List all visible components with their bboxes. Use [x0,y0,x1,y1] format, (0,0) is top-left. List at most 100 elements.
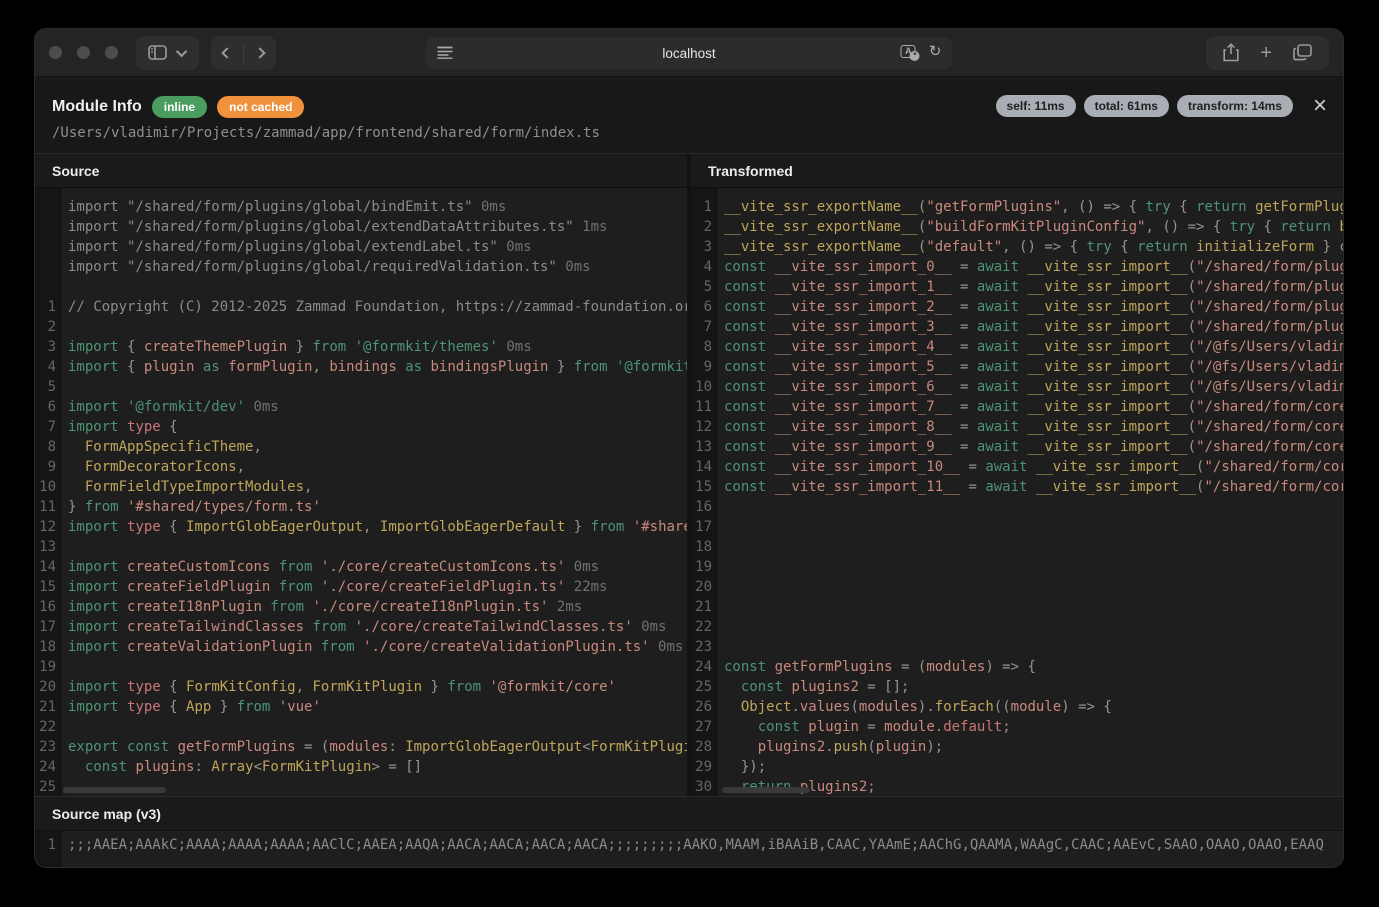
code-line: 15import createFieldPlugin from './core/… [35,577,687,597]
line-number: 21 [691,597,718,617]
close-button[interactable]: × [1313,96,1327,116]
window-zoom-button[interactable] [105,46,118,59]
line-number: 12 [691,417,718,437]
line-number: 30 [691,777,718,796]
forward-button[interactable] [254,47,265,58]
line-number: 10 [691,377,718,397]
line-number: 6 [35,397,62,417]
toolbar-right-buttons: + [1206,36,1329,70]
code-line: 27 const plugin = module.default; [691,717,1343,737]
self-time-badge: self: 11ms [996,95,1076,117]
code-line: import "/shared/form/plugins/global/requ… [35,257,687,277]
reload-button[interactable]: ↻ [929,44,942,59]
code-line: 5const __vite_ssr_import_1__ = await __v… [691,277,1343,297]
translate-icon[interactable]: A * [901,45,916,58]
line-number: 2 [691,217,718,237]
code-line: import "/shared/form/plugins/global/exte… [35,237,687,257]
code-line: 8const __vite_ssr_import_4__ = await __v… [691,337,1343,357]
line-number: 27 [691,717,718,737]
source-horizontal-scrollbar[interactable] [63,787,166,793]
address-bar[interactable]: localhost A * ↻ [426,37,953,69]
sidebar-icon [148,45,167,60]
code-line: 17import createTailwindClasses from './c… [35,617,687,637]
code-line: 21 [691,597,1343,617]
line-number: 16 [35,597,62,617]
line-number: 13 [35,537,62,557]
code-line: 24const getFormPlugins = (modules) => { [691,657,1343,677]
nav-divider [243,43,244,63]
code-line: 1// Copyright (C) 2012-2025 Zammad Found… [35,297,687,317]
line-number: 13 [691,437,718,457]
window-close-button[interactable] [49,46,62,59]
line-number: 25 [691,677,718,697]
code-line: 23 [691,637,1343,657]
code-line: 10const __vite_ssr_import_6__ = await __… [691,377,1343,397]
not-cached-badge: not cached [217,96,304,118]
line-number: 4 [691,257,718,277]
line-number [35,197,62,217]
code-line: 7import type { [35,417,687,437]
code-line: 25 const plugins2 = []; [691,677,1343,697]
reader-icon[interactable] [437,45,454,60]
line-number: 12 [35,517,62,537]
line-number: 2 [35,317,62,337]
code-line: 19 [35,657,687,677]
line-number: 1 [691,197,718,217]
code-line: 3import { createThemePlugin } from '@for… [35,337,687,357]
code-line: 1__vite_ssr_exportName__("getFormPlugins… [691,197,1343,217]
transform-time-badge: transform: 14ms [1177,95,1293,117]
line-number: 18 [691,537,718,557]
line-number: 17 [35,617,62,637]
code-line: 17 [691,517,1343,537]
source-code-area: import "/shared/form/plugins/global/bind… [35,188,687,796]
tab-overview-icon[interactable] [1293,44,1312,61]
code-line: 29 }); [691,757,1343,777]
code-line: 14const __vite_ssr_import_10__ = await _… [691,457,1343,477]
back-button[interactable] [221,47,232,58]
transformed-horizontal-scrollbar[interactable] [722,787,810,793]
browser-window: localhost A * ↻ + Module [34,28,1344,868]
window-minimize-button[interactable] [77,46,90,59]
transformed-panel-title: Transformed [691,154,1343,188]
code-line: 12const __vite_ssr_import_8__ = await __… [691,417,1343,437]
code-line: 28 plugins2.push(plugin); [691,737,1343,757]
line-number: 7 [691,317,718,337]
line-number: 14 [691,457,718,477]
module-info-header: Module Info inline not cached /Users/vla… [35,77,1343,153]
line-number: 8 [35,437,62,457]
code-line: 23export const getFormPlugins = (modules… [35,737,687,757]
code-line: 13 [35,537,687,557]
line-number: 15 [35,577,62,597]
code-line: 19 [691,557,1343,577]
code-line: 4import { plugin as formPlugin, bindings… [35,357,687,377]
code-line: 18import createValidationPlugin from './… [35,637,687,657]
nav-buttons [211,36,276,70]
sidebar-toggle[interactable] [136,36,199,70]
code-line: 20 [691,577,1343,597]
code-line: 2__vite_ssr_exportName__("buildFormKitPl… [691,217,1343,237]
transformed-code-area: 1__vite_ssr_exportName__("getFormPlugins… [691,188,1343,796]
code-line: 22 [35,717,687,737]
code-line: import "/shared/form/plugins/global/bind… [35,197,687,217]
new-tab-button[interactable]: + [1260,43,1272,63]
line-number: 18 [35,637,62,657]
source-code-lines: 1// Copyright (C) 2012-2025 Zammad Found… [35,297,687,796]
line-number: 11 [691,397,718,417]
line-number: 5 [691,277,718,297]
code-line: 15const __vite_ssr_import_11__ = await _… [691,477,1343,497]
line-number: 8 [691,337,718,357]
code-line: 18 [691,537,1343,557]
inline-badge: inline [152,96,207,118]
code-line: 21import type { App } from 'vue' [35,697,687,717]
line-number: 5 [35,377,62,397]
share-icon[interactable] [1223,43,1239,62]
page-title: Module Info [52,98,142,116]
browser-toolbar: localhost A * ↻ + [35,29,1343,77]
code-line: 9const __vite_ssr_import_5__ = await __v… [691,357,1343,377]
code-line: 16import createI18nPlugin from './core/c… [35,597,687,617]
sourcemap-horizontal-scrollbar[interactable] [63,867,241,868]
line-number: 17 [691,517,718,537]
line-number: 16 [691,497,718,517]
sourcemap-lines: 1;;;AAEA;AAAkC;AAAA;AAAA;AAAA;AAClC;AAEA… [35,834,1343,856]
line-number: 25 [35,777,62,796]
